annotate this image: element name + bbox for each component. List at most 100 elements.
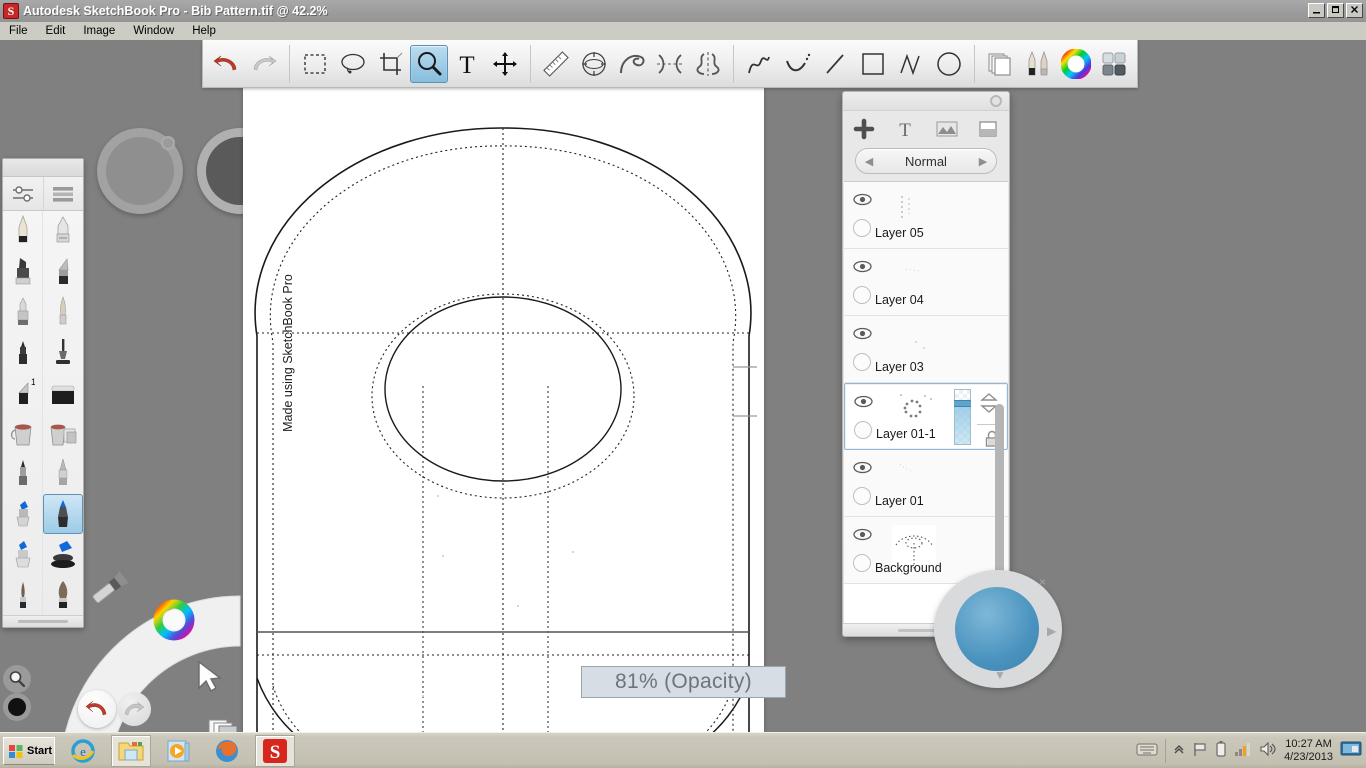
block-eraser-brush[interactable] xyxy=(43,373,83,413)
taskbar-media-player[interactable] xyxy=(159,735,199,767)
crop-tool[interactable] xyxy=(372,45,410,83)
tray-action-center-icon[interactable] xyxy=(1192,741,1208,762)
blend-mode-selector[interactable]: ◀ Normal ▶ xyxy=(855,148,997,174)
layer-visibility-icon[interactable] xyxy=(853,193,872,211)
blue-puck-next-icon[interactable]: ▶ xyxy=(1047,624,1056,638)
zoom-puck[interactable] xyxy=(3,665,31,693)
ellipse-guide-tool[interactable] xyxy=(575,45,613,83)
airbrush-brush[interactable] xyxy=(43,332,83,372)
layers-list[interactable]: Layer 05 Layer 04 Layer 03 Layer 01-1 La… xyxy=(844,181,1008,623)
layer-select-radio[interactable] xyxy=(853,219,871,237)
flat-brush[interactable] xyxy=(43,251,83,291)
lagoon-undo-button[interactable] xyxy=(78,690,116,728)
layer-visibility-icon[interactable] xyxy=(853,327,872,345)
lagoon-layers-icon[interactable] xyxy=(207,716,243,732)
minimize-button[interactable] xyxy=(1308,3,1325,18)
soft-eraser-brush[interactable] xyxy=(3,291,43,332)
lagoon-brush-icon[interactable] xyxy=(88,570,132,615)
import-image-button[interactable] xyxy=(926,119,968,139)
gradient-fill-tool[interactable] xyxy=(43,413,83,453)
brush-palette-button[interactable] xyxy=(1019,45,1057,83)
tray-show-desktop[interactable] xyxy=(1340,740,1362,763)
rectangle-tool[interactable] xyxy=(854,45,892,83)
tray-keyboard-icon[interactable] xyxy=(1136,741,1158,762)
undo-button[interactable] xyxy=(207,45,245,83)
blue-puck-close-icon[interactable]: × xyxy=(1039,575,1046,589)
layer-opacity-slider[interactable] xyxy=(954,389,971,445)
tray-network-icon[interactable] xyxy=(1234,741,1252,762)
transform-tool[interactable] xyxy=(486,45,524,83)
tray-volume-icon[interactable] xyxy=(1259,741,1277,762)
menu-item-window[interactable]: Window xyxy=(124,22,183,40)
tray-show-hidden-icons[interactable] xyxy=(1173,742,1185,761)
ballpoint-brush[interactable] xyxy=(3,332,43,373)
blue-opacity-puck[interactable]: × ▶ ▼ xyxy=(934,570,1062,688)
marker-brush[interactable] xyxy=(3,251,43,292)
taskbar-clock[interactable]: 10:27 AM 4/23/2013 xyxy=(1284,738,1333,764)
brush-library-tab[interactable] xyxy=(42,177,84,210)
layer-visibility-icon[interactable] xyxy=(853,260,872,278)
layer-visibility-icon[interactable] xyxy=(853,461,872,479)
maximize-button[interactable] xyxy=(1327,3,1344,18)
ellipse-tool[interactable] xyxy=(930,45,968,83)
brush-size-puck-knob[interactable] xyxy=(161,136,175,150)
layer-select-radio[interactable] xyxy=(853,286,871,304)
table-row[interactable]: Layer 03 xyxy=(844,316,1008,383)
brush-properties-tab[interactable] xyxy=(3,177,43,210)
window-titlebar[interactable]: S Autodesk SketchBook Pro - Bib Pattern.… xyxy=(0,0,1366,22)
text-tool[interactable]: T xyxy=(448,45,486,83)
table-row[interactable]: Layer 01 xyxy=(844,450,1008,517)
layer-visibility-icon[interactable] xyxy=(853,528,872,546)
blue-puck-disc[interactable] xyxy=(955,587,1039,671)
menu-item-edit[interactable]: Edit xyxy=(37,22,75,40)
layer-select-radio[interactable] xyxy=(854,421,872,439)
blue-stamp-brush[interactable] xyxy=(43,534,83,574)
layer-visibility-icon[interactable] xyxy=(854,395,873,413)
close-button[interactable] xyxy=(1346,3,1363,18)
rectangle-select-tool[interactable] xyxy=(296,45,334,83)
polyline-tool[interactable] xyxy=(892,45,930,83)
menu-item-help[interactable]: Help xyxy=(183,22,225,40)
panel-close-icon[interactable] xyxy=(990,95,1002,107)
table-row[interactable]: Layer 05 xyxy=(844,182,1008,249)
blue-puck-down-icon[interactable]: ▼ xyxy=(994,668,1006,682)
color-wheel-button[interactable] xyxy=(1057,45,1095,83)
blend-mode-prev-button[interactable]: ◀ xyxy=(856,155,882,168)
freeform-stroke-tool[interactable] xyxy=(740,45,778,83)
add-layer-button[interactable] xyxy=(843,118,885,140)
lagoon-pointer-icon[interactable] xyxy=(192,658,226,701)
paintbrush-brush[interactable] xyxy=(43,292,83,332)
line-tool[interactable] xyxy=(816,45,854,83)
layer-options-button[interactable] xyxy=(968,119,1010,139)
zoom-tool[interactable] xyxy=(410,44,448,83)
color-puck[interactable] xyxy=(3,693,31,721)
tray-battery-icon[interactable] xyxy=(1215,740,1227,763)
chisel-marker-brush[interactable] xyxy=(43,211,83,251)
symmetry-horizontal-icon[interactable] xyxy=(651,45,689,83)
add-text-layer-button[interactable]: T xyxy=(885,118,927,140)
layer-select-radio[interactable] xyxy=(853,487,871,505)
dashed-curve-tool[interactable] xyxy=(778,45,816,83)
taskbar-firefox[interactable] xyxy=(207,735,247,767)
layer-select-radio[interactable] xyxy=(853,353,871,371)
layers-panel-button[interactable] xyxy=(981,45,1019,83)
color-swatches-button[interactable] xyxy=(1095,45,1133,83)
blend-mode-next-button[interactable]: ▶ xyxy=(970,155,996,168)
brush-palette-titlebar[interactable] xyxy=(3,159,83,177)
table-row[interactable]: Layer 04 xyxy=(844,249,1008,316)
menu-item-image[interactable]: Image xyxy=(74,22,124,40)
blue-highlighter-brush[interactable] xyxy=(3,534,43,575)
taskbar-windows-explorer[interactable] xyxy=(111,734,151,767)
lasso-select-tool[interactable] xyxy=(334,45,372,83)
ruler-tool[interactable] xyxy=(537,45,575,83)
brush-size-puck[interactable] xyxy=(97,128,183,214)
sharp-pen-brush[interactable] xyxy=(43,453,83,493)
table-row[interactable]: Layer 01-1 xyxy=(844,383,1008,450)
start-button[interactable]: Start xyxy=(3,736,55,765)
pencil-brush[interactable] xyxy=(3,211,43,251)
layer-select-radio[interactable] xyxy=(853,554,871,572)
hard-eraser-brush[interactable] xyxy=(3,453,43,494)
taskbar-sketchbook[interactable]: S xyxy=(255,734,295,767)
lagoon-color-wheel-icon[interactable] xyxy=(152,598,196,647)
lagoon-redo-button[interactable] xyxy=(117,692,151,726)
